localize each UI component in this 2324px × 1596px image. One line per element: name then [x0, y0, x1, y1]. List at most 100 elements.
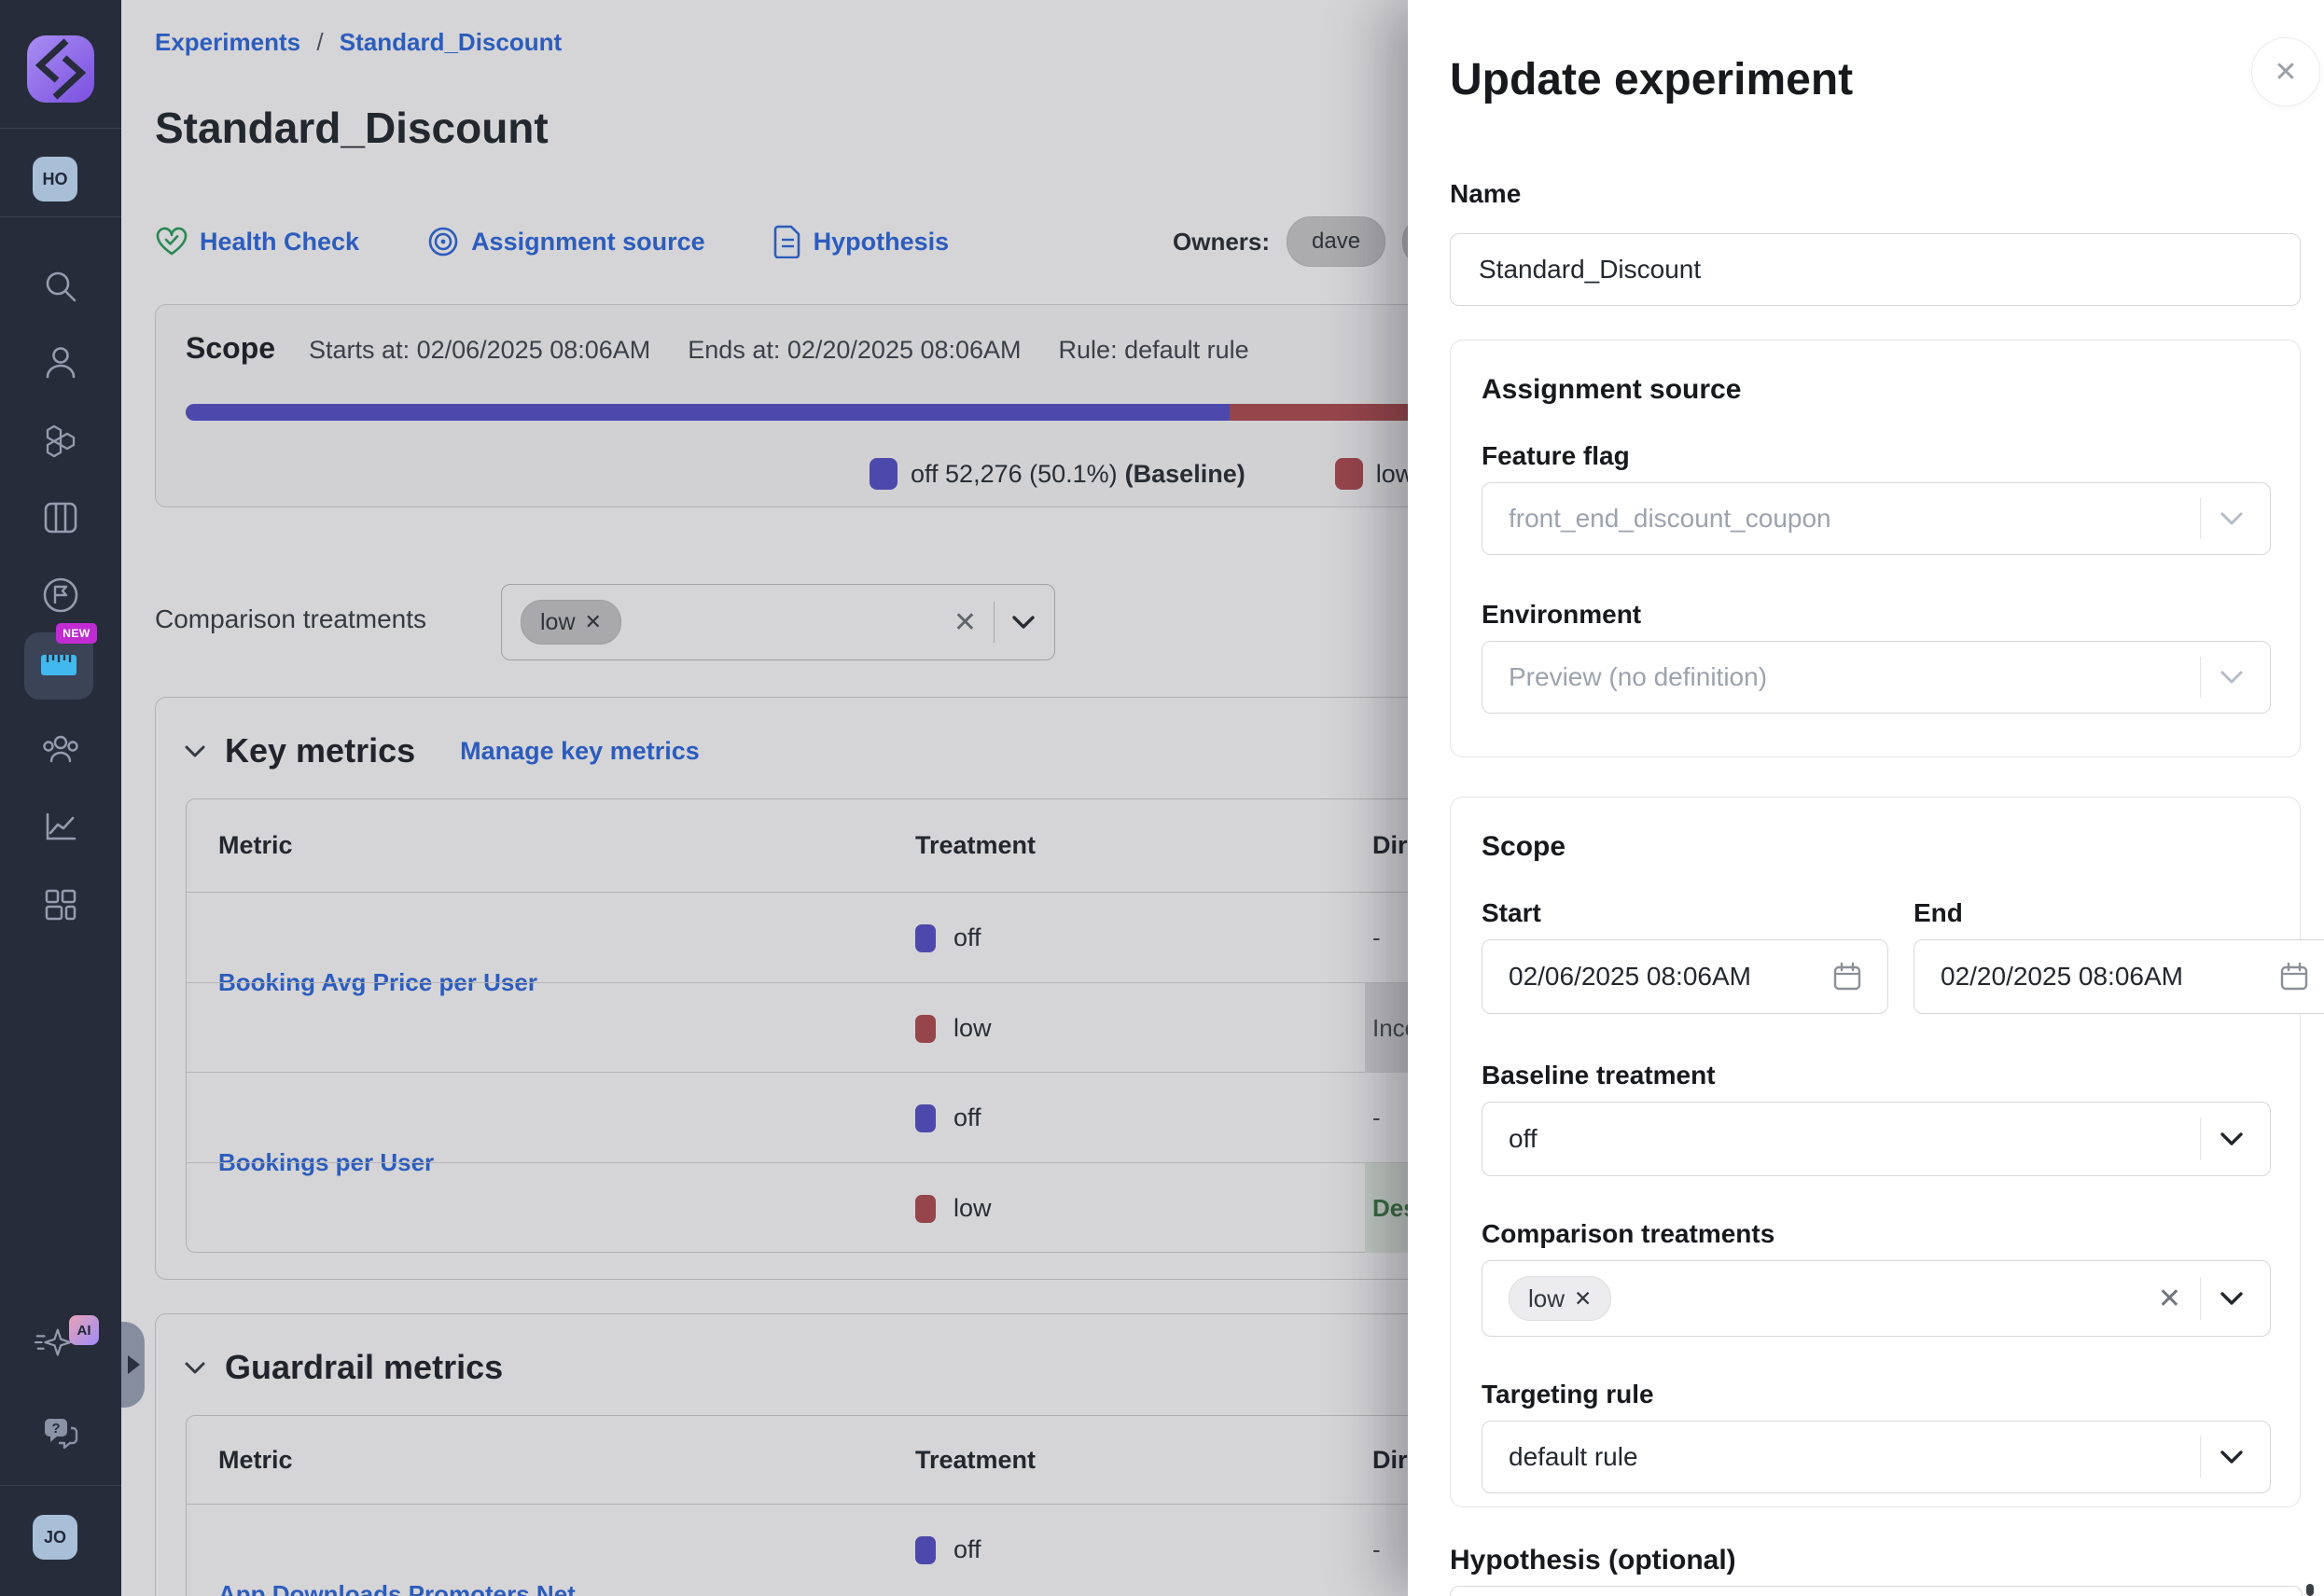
owners-label: Owners:	[1173, 228, 1270, 257]
update-experiment-drawer: ✕ Update experiment Name Standard_Discou…	[1408, 0, 2324, 1596]
sidebar-divider	[0, 1485, 121, 1486]
comparison-treatments-select[interactable]: low ✕ ✕	[501, 584, 1055, 660]
environment-label: Environment	[1482, 600, 1641, 630]
drawer-scrollbar[interactable]	[2306, 1584, 2314, 1596]
hypothesis-label: Hypothesis (optional)	[1450, 1545, 1736, 1576]
allocation-legend: off 52,276 (50.1%) (Baseline) low	[870, 458, 1413, 490]
drawer-title: Update experiment	[1450, 54, 1853, 105]
user-icon[interactable]	[40, 341, 81, 382]
calendar-icon[interactable]	[1833, 962, 1861, 992]
expand-arrow-icon	[128, 1355, 140, 1374]
flag-circle-icon[interactable]	[40, 575, 81, 616]
health-check-link[interactable]: Health Check	[155, 226, 359, 257]
target-icon	[426, 225, 460, 258]
treatment-swatch-off	[915, 1104, 936, 1132]
remove-tag-icon[interactable]: ✕	[1574, 1286, 1592, 1311]
feature-flag-select[interactable]: front_end_discount_coupon	[1482, 482, 2271, 555]
remove-tag-icon[interactable]: ✕	[585, 610, 602, 634]
treatment-swatch-low	[915, 1195, 936, 1223]
collapse-chevron-icon[interactable]	[184, 1361, 206, 1375]
comparison-treatments-label: Comparison treatments	[1482, 1219, 1774, 1249]
treatment-tag-low[interactable]: low ✕	[521, 600, 621, 645]
baseline-treatment-select[interactable]: off	[1482, 1102, 2271, 1176]
assignment-source-title: Assignment source	[1482, 374, 1741, 406]
hypothesis-textarea[interactable]	[1450, 1586, 2303, 1596]
scope-rule: Rule: default rule	[1059, 336, 1249, 365]
chevron-down-icon	[2220, 1291, 2244, 1306]
treatment-tag-low[interactable]: low ✕	[1509, 1276, 1611, 1321]
hypothesis-label: Hypothesis	[814, 228, 950, 257]
ruler-icon	[40, 651, 77, 681]
comparison-treatments-label: Comparison treatments	[155, 604, 426, 634]
hexagons-icon[interactable]	[40, 420, 81, 461]
treatment-swatch-off	[915, 924, 936, 952]
svg-text:?: ?	[51, 1421, 60, 1436]
legend-label-off: off 52,276 (50.1%)	[911, 460, 1118, 489]
targeting-rule-value: default rule	[1509, 1442, 1638, 1472]
feature-flag-label: Feature flag	[1482, 441, 1630, 471]
document-icon	[772, 225, 802, 258]
col-treatment: Treatment	[915, 1416, 1036, 1504]
baseline-treatment-value: off	[1509, 1124, 1538, 1154]
environment-select[interactable]: Preview (no definition)	[1482, 641, 2271, 714]
chevron-down-icon	[2220, 511, 2244, 526]
health-check-label: Health Check	[200, 228, 359, 257]
app-window: HO NEW	[0, 0, 2324, 1596]
assignment-source-link[interactable]: Assignment source	[426, 225, 705, 258]
treatment-name: low	[953, 1163, 992, 1253]
chevron-down-icon	[2220, 1131, 2244, 1146]
end-date-input[interactable]: 02/20/2025 08:06AM	[1913, 939, 2324, 1014]
ai-badge: AI	[69, 1315, 99, 1345]
manage-key-metrics-link[interactable]: Manage key metrics	[460, 737, 700, 766]
dashboard-grid-icon[interactable]	[40, 884, 81, 925]
help-chat-icon[interactable]: ?	[40, 1413, 81, 1454]
clear-select-icon[interactable]: ✕	[953, 606, 977, 639]
legend-baseline-tag: (Baseline)	[1125, 460, 1245, 489]
app-logo-icon[interactable]	[25, 34, 96, 104]
assignment-source-label: Assignment source	[471, 228, 705, 257]
sidebar-divider	[0, 128, 121, 129]
breadcrumb-current[interactable]: Standard_Discount	[340, 28, 562, 56]
chevron-down-icon	[2220, 670, 2244, 685]
search-icon[interactable]	[40, 266, 81, 307]
sidebar-divider	[0, 216, 121, 217]
breadcrumb: Experiments / Standard_Discount	[155, 28, 562, 57]
user-avatar-badge[interactable]: JO	[33, 1515, 77, 1560]
clear-select-icon[interactable]: ✕	[2158, 1283, 2181, 1315]
breadcrumb-separator: /	[316, 28, 323, 56]
scope-card: Scope Start End 02/06/2025 08:06AM 02/20…	[1450, 797, 2301, 1507]
owner-chip[interactable]: dave	[1287, 216, 1385, 267]
name-label: Name	[1450, 179, 1521, 209]
baseline-treatment-label: Baseline treatment	[1482, 1061, 1716, 1090]
start-date-input[interactable]: 02/06/2025 08:06AM	[1482, 939, 1888, 1014]
legend-swatch-low	[1335, 458, 1363, 490]
calendar-icon[interactable]	[2280, 962, 2308, 992]
page-title: Standard_Discount	[155, 103, 549, 153]
chevron-down-icon[interactable]	[1011, 615, 1036, 630]
treatment-swatch-low	[915, 1015, 936, 1043]
columns-icon[interactable]	[40, 497, 81, 538]
comparison-treatments-select[interactable]: low ✕ ✕	[1482, 1260, 2271, 1337]
sidebar-expand-handle[interactable]	[121, 1322, 145, 1408]
guardrail-metrics-title: Guardrail metrics	[225, 1348, 503, 1387]
treatment-name: off	[953, 893, 981, 982]
name-input[interactable]: Standard_Discount	[1450, 233, 2301, 306]
line-chart-icon[interactable]	[40, 806, 81, 847]
heart-check-icon	[155, 226, 188, 257]
project-badge[interactable]: HO	[33, 157, 77, 201]
breadcrumb-experiments[interactable]: Experiments	[155, 28, 300, 56]
hypothesis-link[interactable]: Hypothesis	[772, 225, 950, 258]
sidebar: HO NEW	[0, 0, 121, 1596]
start-date-value: 02/06/2025 08:06AM	[1509, 962, 1751, 992]
end-date-value: 02/20/2025 08:06AM	[1941, 962, 2183, 992]
scope-title: Scope	[186, 331, 275, 366]
collapse-chevron-icon[interactable]	[184, 744, 206, 758]
select-divider	[994, 602, 995, 643]
col-metric: Metric	[218, 799, 293, 892]
assignment-source-card: Assignment source Feature flag front_end…	[1450, 340, 2301, 757]
treatment-tag-label: low	[540, 609, 576, 636]
people-icon[interactable]	[40, 729, 81, 770]
targeting-rule-select[interactable]: default rule	[1482, 1421, 2271, 1493]
feature-flag-value: front_end_discount_coupon	[1509, 504, 1831, 534]
close-icon[interactable]: ✕	[2251, 37, 2320, 106]
